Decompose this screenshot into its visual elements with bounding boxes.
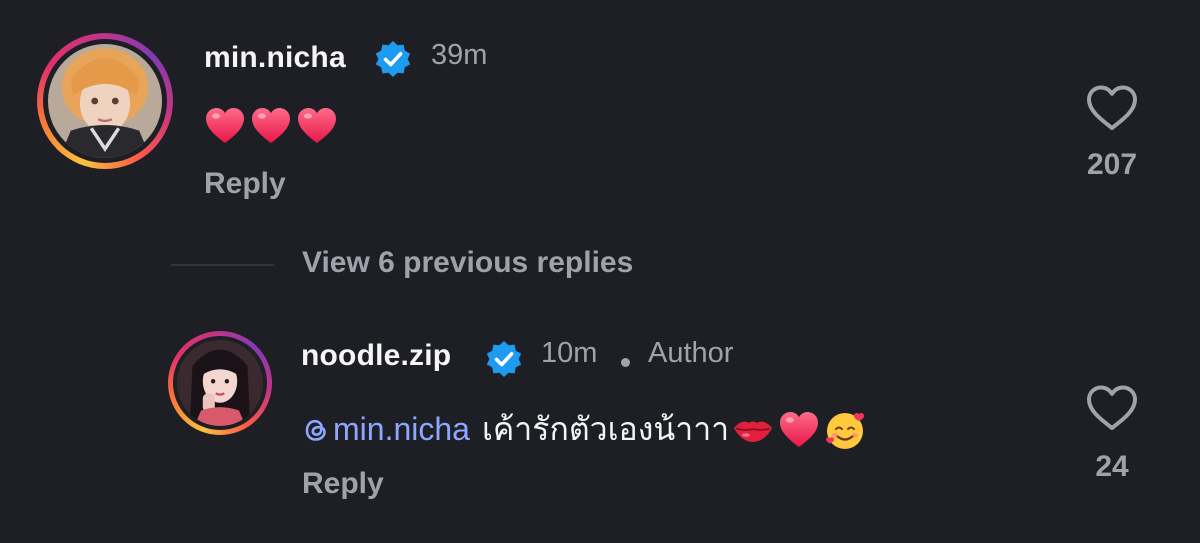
username[interactable]: noodle.zip: [301, 339, 451, 373]
like-heart-icon[interactable]: [1085, 83, 1139, 133]
username[interactable]: min.nicha: [204, 41, 346, 75]
timestamp: 39m: [431, 39, 488, 71]
comment-thread: min.nicha 39m Reply 207 View 6 previous …: [0, 0, 1200, 543]
lips-emoji-icon: [734, 421, 773, 442]
comment-body: min.nicha เค้ารักตัวเองน้าาา: [301, 404, 867, 455]
like-count: 207: [1086, 148, 1138, 181]
mention-username: min.nicha: [333, 411, 470, 447]
mention-link[interactable]: min.nicha: [301, 411, 470, 448]
red-heart-emoji-icon: [206, 108, 244, 143]
comment-body: [203, 104, 339, 148]
like-count: 24: [1095, 450, 1129, 483]
emoji-group: [731, 408, 867, 452]
smiling-face-with-hearts-emoji-icon: [826, 412, 865, 449]
avatar-photo: [177, 340, 263, 426]
view-previous-replies-button[interactable]: View 6 previous replies: [302, 246, 633, 280]
verified-badge-icon: [486, 341, 522, 377]
reply-button[interactable]: Reply: [204, 167, 286, 201]
reply-button[interactable]: Reply: [302, 467, 384, 501]
comment-text: เค้ารักตัวเองน้าาา: [481, 410, 730, 448]
thread-divider: [171, 264, 274, 266]
separator-dot: [621, 358, 630, 367]
red-heart-emoji-icon: [298, 108, 336, 143]
avatar-photo: [48, 44, 162, 158]
verified-badge-icon: [375, 41, 411, 77]
author-label: Author: [648, 337, 734, 369]
like-heart-icon[interactable]: [1085, 383, 1139, 433]
threads-icon: [305, 419, 326, 441]
red-heart-emoji-icon: [252, 108, 290, 143]
red-heart-emoji-icon: [780, 411, 819, 447]
timestamp: 10m: [541, 337, 598, 369]
